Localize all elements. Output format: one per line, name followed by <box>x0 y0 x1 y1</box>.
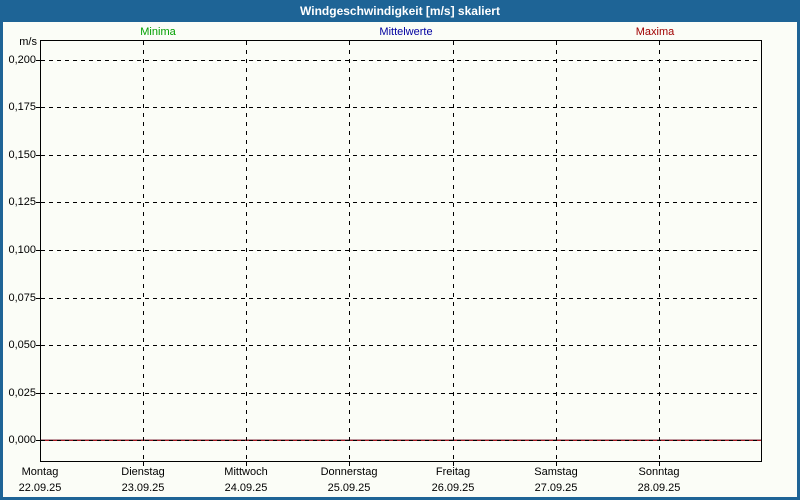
y-tick-label: 0,100 <box>8 244 36 256</box>
v-gridline <box>659 41 660 461</box>
x-axis-date-label: 25.09.25 <box>327 482 371 494</box>
h-gridline <box>41 155 761 156</box>
h-gridline <box>41 393 761 394</box>
y-tick-label: 0,200 <box>8 54 36 66</box>
x-axis-date-label: 22.09.25 <box>18 482 62 494</box>
x-axis-date-label: 24.09.25 <box>224 482 268 494</box>
y-tick-mark <box>36 298 40 299</box>
y-tick-label: 0,175 <box>8 101 36 113</box>
y-tick-mark <box>36 155 40 156</box>
h-gridline <box>41 60 761 61</box>
window-title-bar: Windgeschwindigkeit [m/s] skaliert <box>0 0 800 22</box>
h-gridline <box>41 202 761 203</box>
x-axis-day-label: Dienstag <box>121 466 165 478</box>
y-tick-label: 0,025 <box>8 387 36 399</box>
y-tick-label: 0,050 <box>8 339 36 351</box>
y-tick-label: 0,125 <box>8 196 36 208</box>
y-tick-mark <box>36 440 40 441</box>
h-gridline <box>41 107 761 108</box>
x-axis-date-label: 23.09.25 <box>121 482 165 494</box>
h-gridline <box>41 298 761 299</box>
y-axis-unit-label: m/s <box>19 36 37 48</box>
v-gridline <box>143 41 144 461</box>
y-tick-mark <box>36 345 40 346</box>
x-axis-day-label: Montag <box>21 466 59 478</box>
window-title: Windgeschwindigkeit [m/s] skaliert <box>300 4 500 18</box>
plot-area <box>40 40 762 462</box>
v-gridline <box>349 41 350 461</box>
y-tick-mark <box>36 393 40 394</box>
v-gridline <box>556 41 557 461</box>
h-gridline <box>41 345 761 346</box>
x-axis-day-label: Samstag <box>534 466 578 478</box>
v-gridline <box>453 41 454 461</box>
x-axis-date-label: 27.09.25 <box>534 482 578 494</box>
y-tick-label: 0,075 <box>8 292 36 304</box>
series-lines-layer <box>41 439 761 441</box>
v-gridline <box>246 41 247 461</box>
h-gridline <box>41 250 761 251</box>
x-axis-day-label: Freitag <box>435 466 471 478</box>
x-axis-date-label: 28.09.25 <box>637 482 681 494</box>
app-window: Windgeschwindigkeit [m/s] skaliert Minim… <box>0 0 800 500</box>
h-gridline <box>41 440 761 441</box>
legend-item-mittelwerte: Mittelwerte <box>379 26 433 38</box>
legend-item-minima: Minima <box>140 26 176 38</box>
x-axis-day-label: Mittwoch <box>224 466 268 478</box>
y-tick-label: 0,150 <box>8 149 36 161</box>
y-tick-mark <box>36 202 40 203</box>
x-axis-day-label: Donnerstag <box>320 466 378 478</box>
x-axis-day-label: Sonntag <box>638 466 680 478</box>
y-tick-mark <box>36 250 40 251</box>
legend-item-maxima: Maxima <box>635 26 675 38</box>
x-axis-date-label: 26.09.25 <box>431 482 475 494</box>
y-tick-mark <box>36 60 40 61</box>
y-tick-mark <box>36 107 40 108</box>
y-tick-label: 0,000 <box>8 434 36 446</box>
